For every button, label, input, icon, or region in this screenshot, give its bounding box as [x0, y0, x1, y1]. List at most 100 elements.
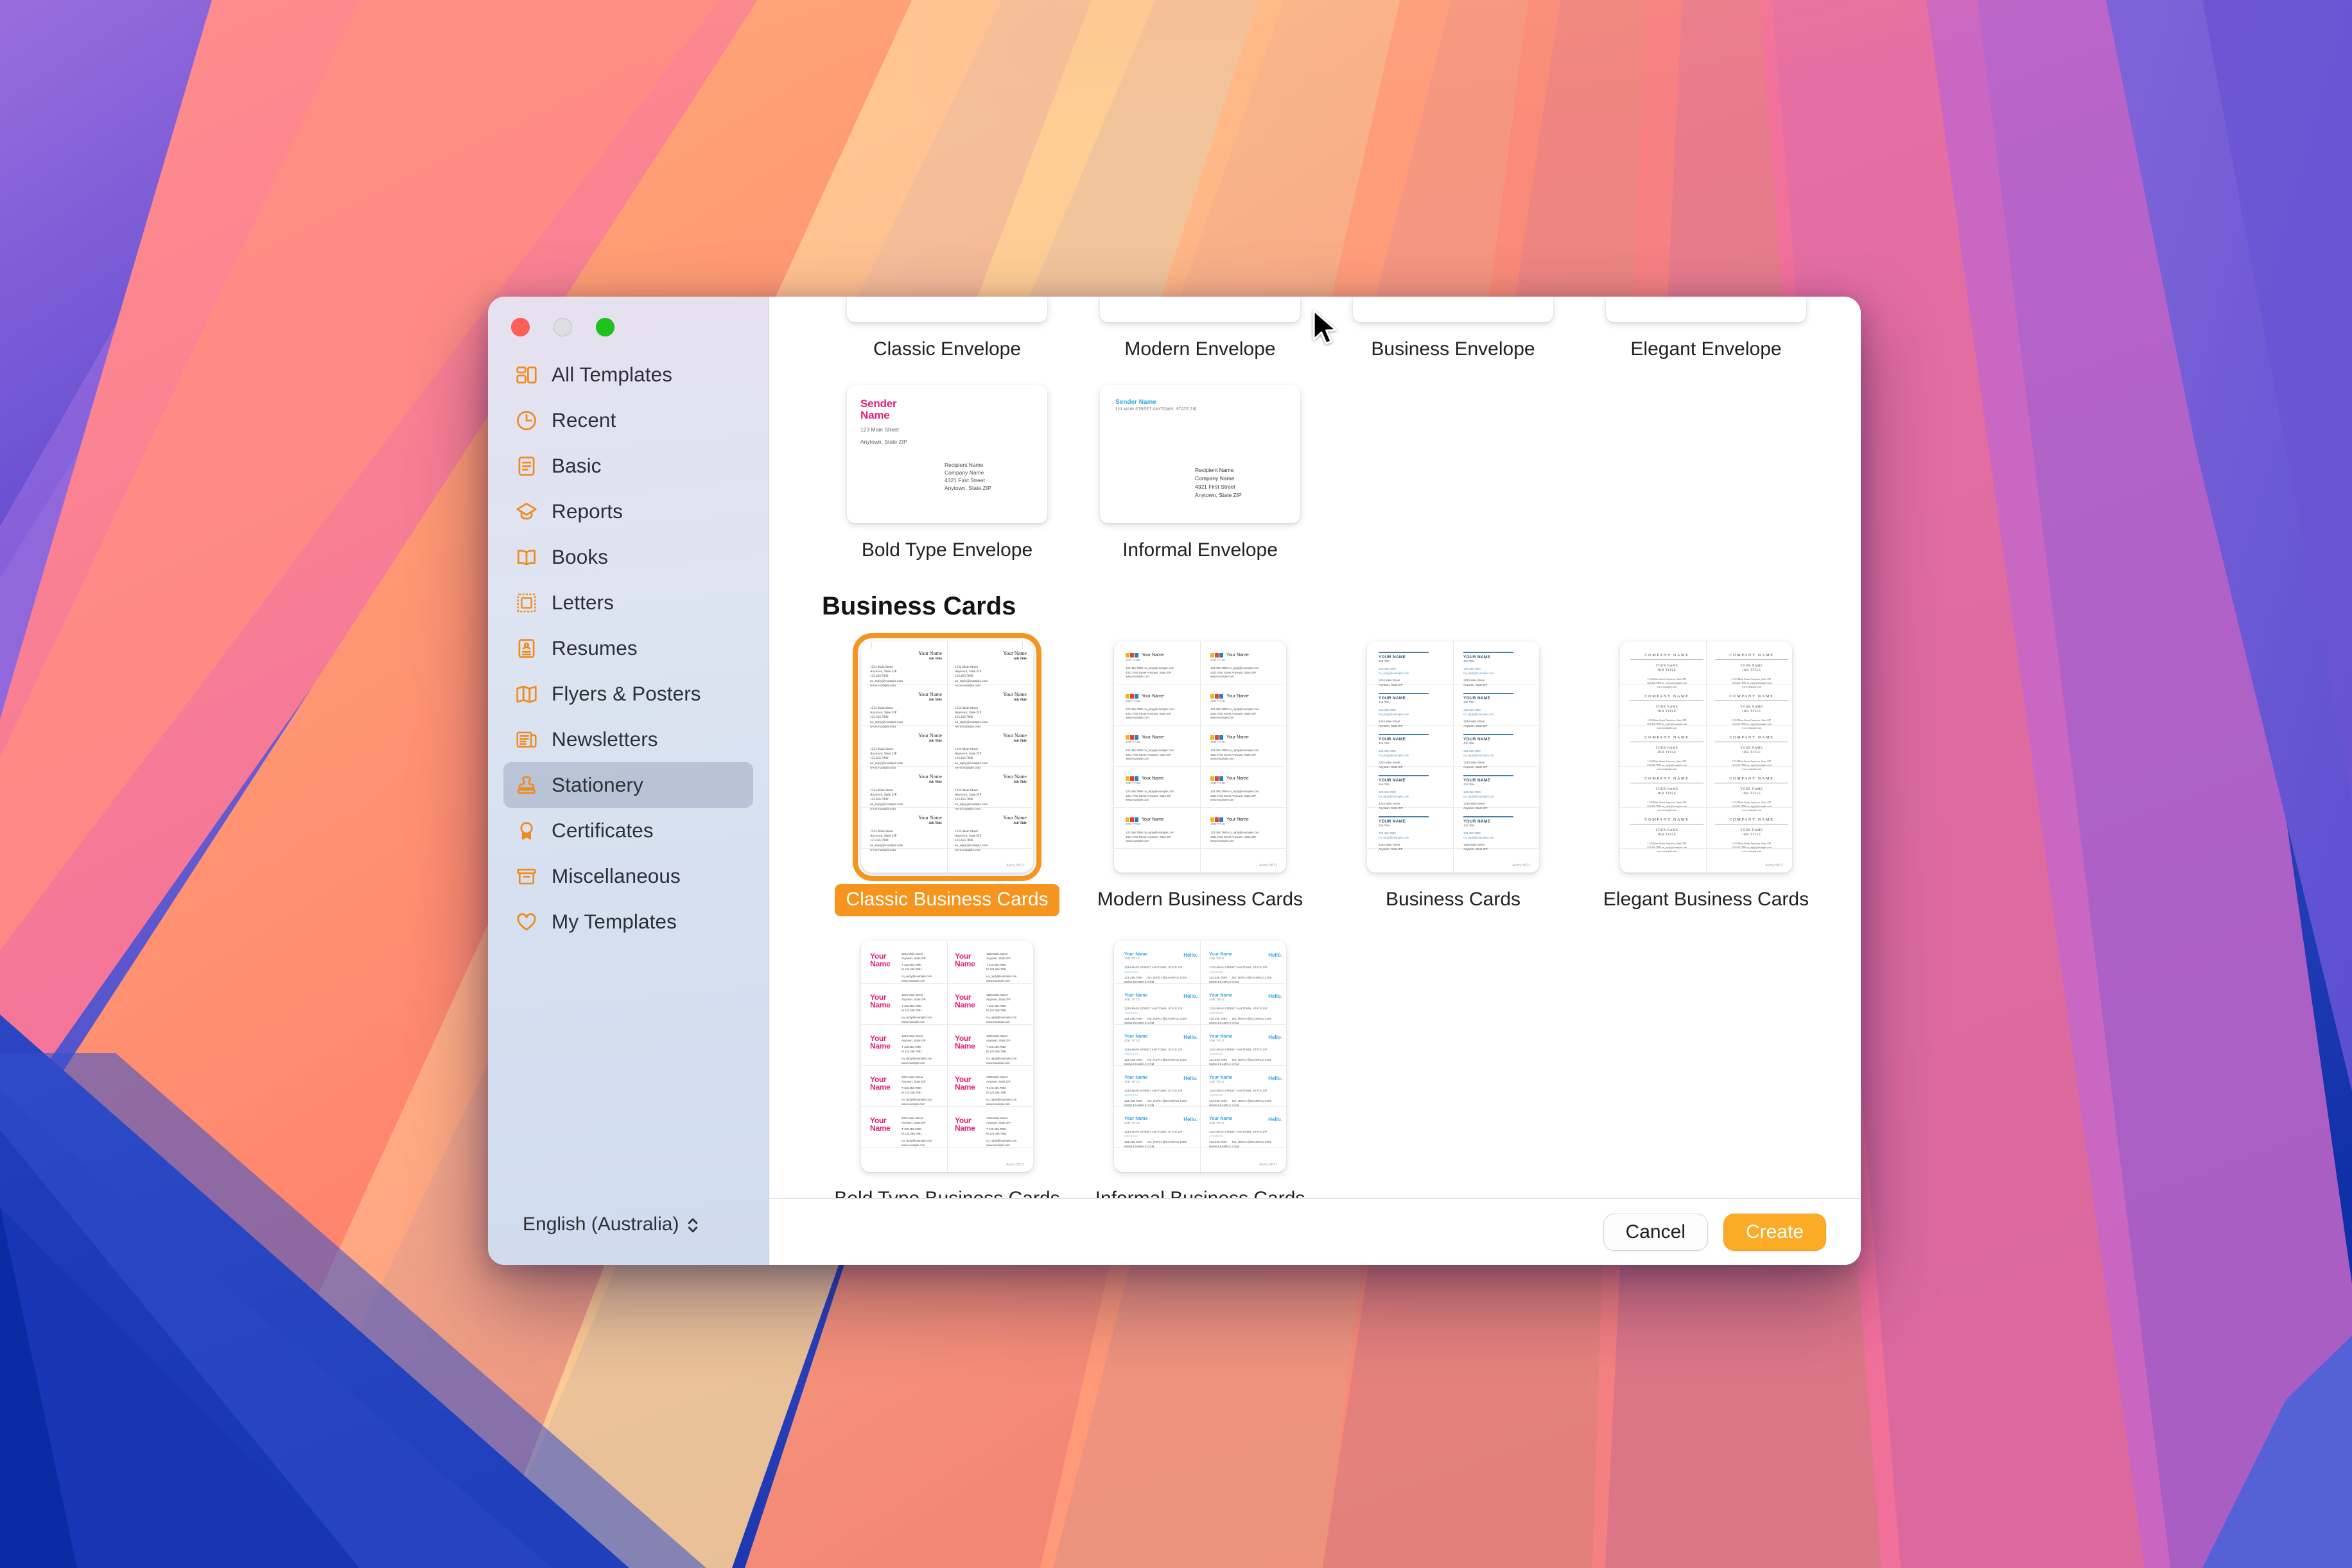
card-line: 1234 Main Street — [986, 993, 1008, 997]
template-cell-classic-business-cards[interactable]: Your Name Job Title 1234 Main Street Any… — [821, 633, 1074, 916]
card-line: 123.456.7890 no_reply@example.com — [1210, 708, 1259, 711]
card-line: 1234 Main Street — [954, 829, 979, 833]
card-address: 1234 Main Street Anytown, State ZIP — [1379, 720, 1449, 729]
sidebar-item-letters[interactable]: Letters — [503, 580, 753, 625]
sidebar-item-certificates[interactable]: Certificates — [503, 808, 753, 853]
card-line: no_reply@example.com — [954, 679, 988, 683]
card-line: no_reply@example.com — [869, 720, 903, 724]
sidebar-item-books[interactable]: Books — [503, 534, 753, 580]
card-title: JOB TITLE — [1210, 699, 1226, 703]
thumb-addr-line1: 123 Main Street — [860, 426, 900, 433]
card-line: ADDRESS — [1208, 1134, 1223, 1138]
template-cell-elegant-envelope[interactable]: Elegant Envelope — [1580, 297, 1833, 362]
template-thumbnail[interactable]: YOUR NAME Job Title 123.456.7890 no_repl… — [1367, 641, 1539, 873]
open-book-icon — [514, 544, 539, 570]
template-thumbnail[interactable]: Your Name 1234 Main Street Anytown, Stat… — [861, 940, 1033, 1172]
template-thumbnail[interactable] — [1606, 297, 1806, 322]
card-name: YOUR NAME — [1740, 788, 1763, 792]
template-thumbnail[interactable]: Your Name JOB TITLE Hello. 1234 MAIN STR… — [1113, 940, 1286, 1172]
card-line: 123.456.7890 — [1379, 666, 1396, 670]
template-thumbnail[interactable] — [847, 297, 1047, 322]
sidebar-item-resumes[interactable]: Resumes — [503, 625, 753, 671]
template-thumbnail[interactable]: Sender Name 123 Main Street Anytown, Sta… — [847, 385, 1047, 523]
cancel-button[interactable]: Cancel — [1603, 1213, 1708, 1251]
thumb-sender-line1: Sender — [860, 397, 897, 410]
sidebar-item-all-templates[interactable]: All Templates — [503, 352, 753, 397]
envelope-row-partial: Classic Envelope Modern Envelope Busines… — [821, 297, 1817, 362]
create-button[interactable]: Create — [1723, 1213, 1826, 1251]
template-cell-empty — [1327, 941, 1580, 1198]
card-name: YOUR NAME — [1740, 665, 1763, 668]
card-address: 1234 Main Street Anytown, State ZIP — [1463, 761, 1534, 770]
card-line: 123.456.7890 — [1208, 1140, 1228, 1144]
template-cell-business-cards[interactable]: YOUR NAME Job Title 123.456.7890 no_repl… — [1327, 641, 1580, 916]
zoom-button[interactable] — [596, 318, 614, 336]
template-thumbnail[interactable]: Your Name Job Title 1234 Main Street Any… — [852, 633, 1041, 882]
template-cell-informal-business-cards[interactable]: Your Name JOB TITLE Hello. 1234 MAIN STR… — [1074, 940, 1327, 1198]
sidebar-item-miscellaneous[interactable]: Miscellaneous — [503, 853, 753, 899]
sidebar-item-recent[interactable]: Recent — [503, 397, 753, 443]
card-hello: Hello. — [1183, 993, 1198, 999]
card-title: JOB TITLE — [1657, 710, 1677, 714]
card-title: JOB TITLE — [1210, 658, 1226, 662]
card-line: 123.456.7890 no_reply@example.com — [1126, 831, 1174, 835]
card-title: Job Title — [1379, 659, 1390, 663]
card-name-line2: Name — [955, 1000, 975, 1010]
minimize-button[interactable] — [553, 318, 572, 336]
sidebar-item-my-templates[interactable]: My Templates — [503, 899, 753, 945]
card-name: Your Name — [1226, 735, 1249, 740]
language-popup[interactable]: English (Australia) — [488, 1214, 769, 1265]
card-name: Your Name — [918, 733, 942, 739]
card-line: ADDRESS — [1208, 1052, 1223, 1056]
template-cell-bold-type-envelope[interactable]: Sender Name 123 Main Street Anytown, Sta… — [821, 385, 1074, 563]
card-name: Your Name — [918, 774, 942, 780]
template-thumbnail[interactable] — [1100, 297, 1300, 322]
template-cell-modern-business-cards[interactable]: Your Name JOB TITLE 123.456.7890 no_repl… — [1074, 641, 1327, 916]
card-address: 1234 Main Street Anytown, State ZIP 123.… — [955, 747, 1027, 771]
card-contact: 123.456.7890 no_reply@example.com — [1379, 667, 1449, 676]
sidebar-item-newsletters[interactable]: Newsletters — [503, 717, 753, 762]
template-thumbnail[interactable]: Your Name JOB TITLE 123.456.7890 no_repl… — [1114, 641, 1286, 873]
card-line: T 123.456.7890 — [902, 1004, 921, 1008]
card-title: Job Title — [1463, 741, 1475, 745]
template-cell-classic-envelope[interactable]: Classic Envelope — [821, 297, 1074, 362]
template-cell-modern-envelope[interactable]: Modern Envelope — [1074, 297, 1327, 362]
card-line: www.example.com — [1657, 685, 1677, 689]
card-line: no_reply@example.com — [902, 1139, 932, 1143]
card-line: 1234 Main Street — [1379, 679, 1400, 683]
card-line: 123.456.7890 — [1124, 1099, 1143, 1103]
card-company: COMPANY NAME — [1644, 776, 1689, 781]
template-cell-elegant-business-cards[interactable]: COMPANY NAME YOUR NAME JOB TITLE 1234 Ma… — [1580, 641, 1833, 916]
template-thumbnail[interactable]: Sender Name 123 MAIN STREET ANYTOWN, STA… — [1100, 385, 1300, 523]
card-line: 1234 Main Street — [986, 1034, 1008, 1038]
card-line: ADDRESS — [1124, 1093, 1138, 1097]
card-name: Your Name — [1003, 692, 1027, 698]
sidebar-item-label: Books — [552, 545, 609, 568]
avery-code: Avery 5871 — [1006, 1162, 1024, 1167]
card-line: no_reply@example.com — [1379, 671, 1409, 675]
template-cell-business-envelope[interactable]: Business Envelope — [1327, 297, 1580, 362]
template-cell-informal-envelope[interactable]: Sender Name 123 MAIN STREET ANYTOWN, STA… — [1074, 385, 1327, 563]
logo-swatches-icon — [1210, 776, 1223, 781]
template-scroll-area[interactable]: Classic Envelope Modern Envelope Busines… — [769, 297, 1861, 1198]
card-line: 1234 Main Street — [869, 788, 894, 792]
close-button[interactable] — [511, 318, 530, 336]
card-line: ADDRESS — [1124, 1052, 1138, 1056]
sidebar-item-reports[interactable]: Reports — [503, 489, 753, 534]
sidebar-item-stationery[interactable]: Stationery — [503, 762, 753, 808]
template-browser: Classic Envelope Modern Envelope Busines… — [769, 297, 1861, 1265]
template-thumbnail[interactable] — [1353, 297, 1553, 322]
card-title: Job Title — [1013, 821, 1027, 825]
sidebar-item-flyers-posters[interactable]: Flyers & Posters — [503, 671, 753, 717]
thumb-recipient-line: 4321 First Street — [1195, 483, 1235, 490]
avery-code: Avery 5871 — [1765, 864, 1783, 868]
card-line: 1234 Main Street — [1379, 720, 1400, 724]
card-line: www.example.com — [902, 1061, 925, 1065]
template-thumbnail[interactable]: COMPANY NAME YOUR NAME JOB TITLE 1234 Ma… — [1619, 641, 1792, 873]
sidebar-item-basic[interactable]: Basic — [503, 443, 753, 489]
sidebar: All Templates Recent Basic Reports Books… — [488, 297, 769, 1265]
template-cell-bold-type-business-cards[interactable]: Your Name 1234 Main Street Anytown, Stat… — [821, 940, 1074, 1198]
card-line: www.example.com — [869, 766, 896, 771]
template-wrapper: Your Name 1234 Main Street Anytown, Stat… — [834, 940, 1060, 1198]
rubber-stamp-icon — [514, 772, 539, 798]
